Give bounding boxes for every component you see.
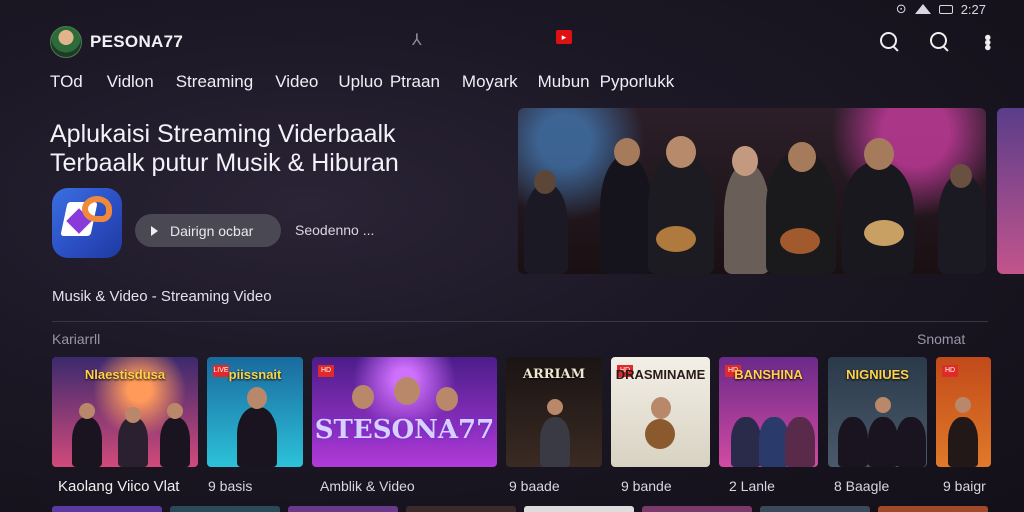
download-button[interactable]: Dairign ocbar [135, 214, 281, 247]
tab-moyark[interactable]: Moyark [462, 72, 518, 92]
card-title: piissnait [228, 367, 282, 382]
search-icon[interactable] [880, 32, 900, 52]
hero-subtitle: Musik & Video - Streaming Video [52, 288, 272, 305]
status-bar: ⊙ 2:27 [896, 0, 986, 18]
app-icon [52, 188, 122, 258]
card-title: NIGNIUES [846, 367, 909, 382]
card-label: 8 Baagle [834, 478, 890, 494]
video-card[interactable]: NIGNIUES [828, 357, 927, 467]
card-label: 9 baade [509, 478, 560, 494]
live-icon[interactable]: ▸ [556, 30, 572, 44]
more-info-link[interactable]: Seodenno ... [295, 222, 374, 238]
hero-title: Aplukaisi Streaming Viderbaalk Terbaalk … [50, 120, 399, 177]
card-label: Kaolang Viico Vlat [58, 478, 180, 495]
app-name: PESONA77 [90, 32, 184, 51]
tab-mubun[interactable]: Mubun [538, 72, 590, 92]
battery-icon [938, 4, 953, 14]
tab-upluo[interactable]: Upluo [338, 72, 382, 92]
cast-icon[interactable]: ⅄ [412, 30, 422, 50]
hero-next-preview[interactable] [997, 108, 1024, 274]
card-title: ARRIAM [522, 367, 586, 382]
video-card[interactable]: LIVE piissnait [207, 357, 303, 467]
download-button-label: Dairign ocbar [170, 222, 254, 239]
play-icon [151, 225, 158, 236]
tab-vidlon[interactable]: Vidlon [107, 72, 154, 92]
tab-streaming[interactable]: Streaming [176, 72, 253, 92]
top-bar: PESONA77 ⅄ ▸ ••• [50, 24, 998, 60]
tab-pyporlukk[interactable]: Pyporlukk [600, 72, 675, 92]
next-row-preview [52, 506, 988, 512]
search-icon-secondary[interactable] [930, 32, 950, 52]
tab-tod[interactable]: TOd [50, 72, 83, 92]
card-label: 9 bande [621, 478, 672, 494]
nav-tabs: TOd Vidlon Streaming Video Upluo Ptraan … [50, 72, 674, 92]
video-card[interactable]: HD BANSHINA [719, 357, 818, 467]
avatar[interactable] [50, 26, 82, 58]
card-label: Amblik & Video [320, 478, 415, 494]
badge-icon: HD [942, 365, 958, 377]
divider [52, 321, 988, 322]
section-title: Kariarrll [52, 331, 101, 347]
hero-banner-image[interactable] [518, 108, 986, 274]
section-more-link[interactable]: Snomat [917, 331, 965, 347]
card-label: 9 baigr [943, 478, 986, 494]
card-label: 9 basis [208, 478, 253, 494]
card-title: Nlaestisdusa [84, 367, 166, 382]
status-time: 2:27 [960, 1, 986, 17]
card-title: STESONA77 [314, 415, 495, 445]
signal-icon [914, 4, 931, 14]
more-options-icon[interactable]: ••• [976, 34, 998, 49]
top-actions: ••• [880, 32, 998, 52]
tab-video[interactable]: Video [275, 72, 318, 92]
video-card[interactable]: HD STESONA77 [312, 357, 497, 467]
tab-ptraan[interactable]: Ptraan [390, 72, 440, 92]
video-card[interactable]: ARRIAM [506, 357, 602, 467]
video-card[interactable]: HD [936, 357, 991, 467]
video-card[interactable]: Nlaestisdusa [52, 357, 198, 467]
location-icon: ⊙ [895, 1, 907, 16]
card-title: BANSHINA [734, 367, 803, 382]
card-title: DRASMINAME [615, 367, 706, 382]
card-label: 2 Lanle [729, 478, 775, 494]
video-card[interactable]: HD DRASMINAME [611, 357, 710, 467]
badge-icon: HD [318, 365, 334, 377]
